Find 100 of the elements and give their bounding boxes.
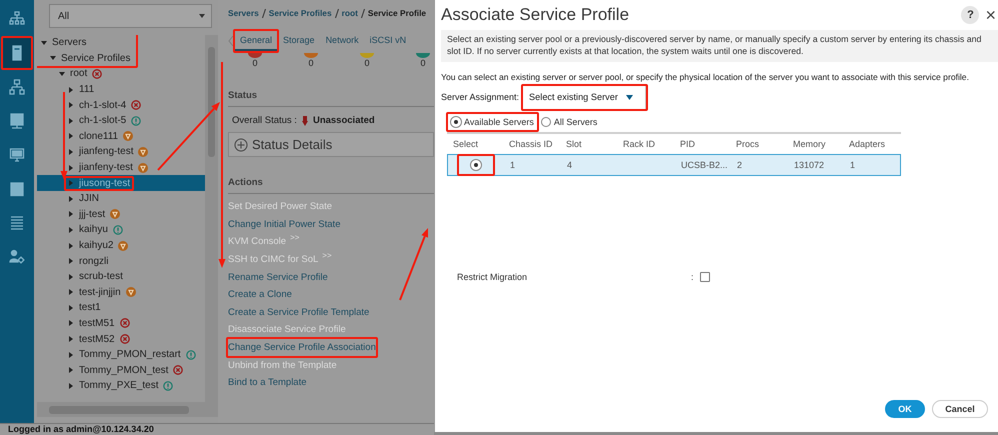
collapsed-caret-icon[interactable] xyxy=(68,382,74,389)
collapsed-caret-icon[interactable] xyxy=(68,336,74,342)
tab[interactable]: General xyxy=(235,31,278,51)
vertical-scrollbar[interactable] xyxy=(205,35,218,402)
tree-item[interactable]: ch-1-slot-5 xyxy=(37,112,205,129)
collapsed-caret-icon[interactable] xyxy=(68,118,74,124)
intro-text: You can select an existing server or server pool, or specify the physical location of the server you want to associate with this service profile. xyxy=(441,72,970,82)
action-link[interactable]: Change Service Profile Association xyxy=(228,338,376,356)
action-link[interactable]: Change Initial Power State xyxy=(228,216,340,234)
tab[interactable]: Storage xyxy=(278,31,320,51)
collapsed-caret-icon[interactable] xyxy=(68,196,74,202)
tree-item[interactable]: test-jinjjin xyxy=(37,284,205,300)
expanded-caret-icon[interactable] xyxy=(59,70,65,77)
server-assignment-dropdown[interactable]: Select existing Server xyxy=(523,86,646,109)
tab[interactable]: Network xyxy=(320,31,364,51)
tree-item[interactable]: JJIN xyxy=(37,190,205,207)
collapsed-caret-icon[interactable] xyxy=(68,133,74,140)
tab[interactable]: iSCSI vN xyxy=(364,31,412,51)
tree-item[interactable]: testM51 xyxy=(37,316,205,332)
cancel-button[interactable]: Cancel xyxy=(932,400,988,418)
tree-item[interactable]: Servers xyxy=(37,35,92,51)
column-header: Adapters xyxy=(848,138,886,149)
help-button[interactable]: ? xyxy=(961,6,980,24)
collapsed-caret-icon[interactable] xyxy=(68,242,74,249)
action-link[interactable]: Rename Service Profile xyxy=(228,268,328,286)
dropdown-caret-icon xyxy=(626,94,633,100)
fault-count: 0 xyxy=(252,58,258,68)
dropdown-caret-icon xyxy=(199,14,205,18)
collapsed-caret-icon[interactable] xyxy=(68,258,74,264)
column-header: Chassis ID xyxy=(508,138,554,149)
collapsed-caret-icon[interactable] xyxy=(68,148,74,155)
column-header: Procs xyxy=(735,138,760,149)
topology-icon xyxy=(9,11,25,27)
action-link[interactable]: Bind to a Template xyxy=(228,374,307,392)
table-cell-text: 1 xyxy=(849,160,856,170)
colon-separator: : xyxy=(691,272,694,282)
tree-item[interactable]: 111 xyxy=(37,82,205,98)
expand-plus-icon xyxy=(234,138,248,152)
collapsed-caret-icon[interactable] xyxy=(68,164,74,171)
tree-item[interactable]: jjj-test xyxy=(37,206,205,222)
tree-item[interactable]: root xyxy=(37,66,205,82)
column-header: Rack ID xyxy=(622,138,656,149)
filter-dropdown[interactable]: All xyxy=(49,4,212,28)
tree-item[interactable]: Tommy_PMON_test xyxy=(37,362,205,378)
radio-option[interactable]: All Servers xyxy=(538,114,600,130)
tree-item[interactable]: clone111 xyxy=(37,128,205,144)
collapsed-caret-icon[interactable] xyxy=(68,320,74,326)
highlight-frame: jiusong-test xyxy=(64,176,134,191)
ok-button[interactable]: OK xyxy=(885,400,925,418)
expanded-caret-icon[interactable] xyxy=(41,40,47,46)
breadcrumb-separator-icon xyxy=(334,8,339,18)
table-cell-text: 2 xyxy=(736,160,744,170)
admin-icon xyxy=(9,249,25,265)
tree-item[interactable]: rongzli xyxy=(37,253,205,269)
collapsed-caret-icon[interactable] xyxy=(68,226,74,233)
fault-count: 0 xyxy=(308,58,314,68)
section-heading: Actions xyxy=(228,177,434,194)
breadcrumb-link[interactable]: Servers xyxy=(228,8,259,18)
server-table-row[interactable]: 1 4 UCSB-B2... 2 131072 1 xyxy=(447,154,901,176)
collapsed-caret-icon[interactable] xyxy=(68,304,74,311)
status-bar-text: Logged in as admin@10.124.34.20 xyxy=(0,423,434,435)
tree-item[interactable]: jianfeng-test xyxy=(37,144,205,160)
breadcrumb-separator-icon xyxy=(360,8,365,18)
collapsed-caret-icon[interactable] xyxy=(68,289,74,296)
collapsed-caret-icon[interactable] xyxy=(68,102,74,108)
collapsed-caret-icon[interactable] xyxy=(68,367,74,374)
row-radio-button[interactable] xyxy=(471,160,481,170)
collapsed-caret-icon[interactable] xyxy=(68,352,74,358)
breadcrumb-link[interactable]: Service Profiles xyxy=(268,8,332,18)
tree-item[interactable]: jianfeny-test xyxy=(37,160,205,176)
tree-item[interactable]: ch-1-slot-4 xyxy=(37,97,205,113)
tree-item[interactable]: kaihyu xyxy=(37,222,205,238)
tree-item[interactable]: kaihyu2 xyxy=(37,238,205,254)
breadcrumb-link[interactable]: Service Profile xyxy=(368,8,426,18)
list-icon xyxy=(9,215,25,231)
collapsed-caret-icon[interactable] xyxy=(68,274,74,280)
field-label: Server Assignment: xyxy=(441,92,520,102)
network-icon xyxy=(9,79,25,95)
tree-item[interactable]: Service Profiles xyxy=(37,50,136,66)
breadcrumb-separator-icon xyxy=(262,8,266,18)
tree-item[interactable]: test1 xyxy=(37,300,205,316)
tree-item[interactable]: Tommy_PXE_test xyxy=(37,378,205,394)
collapsed-caret-icon[interactable] xyxy=(68,211,74,218)
radio-button[interactable] xyxy=(540,116,551,127)
close-button[interactable]: × xyxy=(983,6,998,24)
expanded-caret-icon[interactable] xyxy=(50,55,56,62)
tree-item[interactable]: jiusong-test xyxy=(37,175,205,191)
restrict-migration-checkbox[interactable] xyxy=(700,272,710,282)
radio-option[interactable]: Available Servers xyxy=(448,114,537,130)
status-details-panel[interactable]: Status Details xyxy=(228,132,434,157)
tree-item[interactable]: scrub-test xyxy=(37,268,205,284)
tree-item[interactable]: Tommy_PMON_restart xyxy=(37,346,205,362)
tree-item[interactable]: testM52 xyxy=(37,331,205,347)
action-link[interactable]: Create a Service Profile Template xyxy=(228,304,370,322)
dialog-title: Associate Service Profile xyxy=(441,5,630,25)
horizontal-scrollbar[interactable] xyxy=(37,402,218,417)
breadcrumb-link[interactable]: root xyxy=(342,8,358,18)
overall-status-value: Unassociated xyxy=(312,115,375,126)
collapsed-caret-icon[interactable] xyxy=(68,86,74,93)
action-link[interactable]: Create a Clone xyxy=(228,286,292,304)
